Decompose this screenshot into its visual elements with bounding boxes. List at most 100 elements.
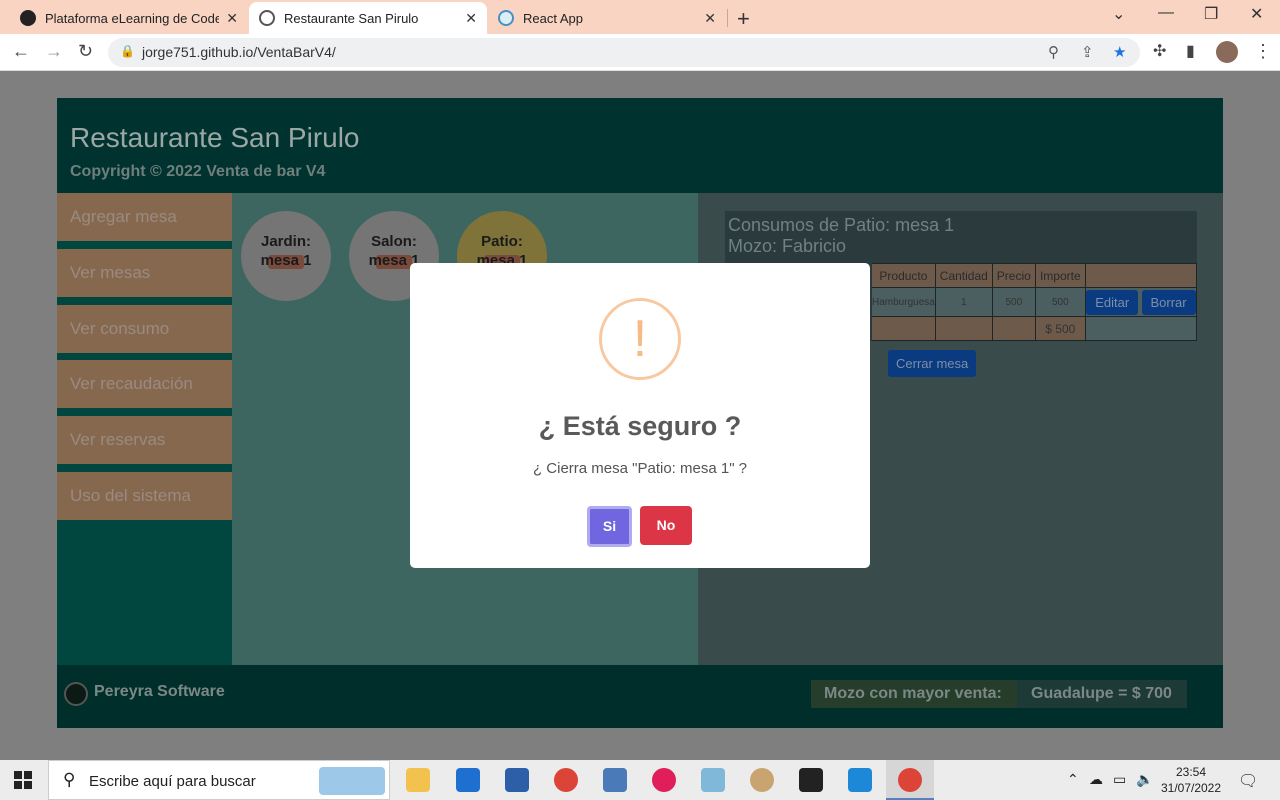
globe-icon <box>259 10 275 26</box>
confirm-button[interactable]: Si <box>587 506 632 547</box>
taskbar: ⚲ Escribe aquí para buscar ⌃ ☁ ▭ 🔈 23:54… <box>0 760 1280 800</box>
system-clock[interactable]: 23:54 31/07/2022 <box>1160 764 1222 796</box>
cell-importe: 500 <box>1034 287 1086 317</box>
cloud-icon[interactable]: ☁ <box>1089 771 1103 788</box>
sidebar: Agregar mesa Ver mesas Ver consumo Ver r… <box>57 193 232 665</box>
sidebar-item-uso-del-sistema[interactable]: Uso del sistema <box>57 472 232 520</box>
search-icon: ⚲ <box>63 770 76 789</box>
reload-icon[interactable]: ↻ <box>78 41 93 62</box>
col-producto: Producto <box>871 263 936 288</box>
zoom-icon[interactable]: ⚲ <box>1048 43 1059 61</box>
sidebar-item-agregar-mesa[interactable]: Agregar mesa <box>57 193 232 241</box>
clock-date: 31/07/2022 <box>1160 781 1222 795</box>
sidebar-item-ver-mesas[interactable]: Ver mesas <box>57 249 232 297</box>
top-mozo-box: Mozo con mayor venta: Guadalupe = $ 700 <box>811 680 1187 708</box>
warning-icon: ! <box>599 298 681 380</box>
tab-title: Restaurante San Pirulo <box>284 10 419 26</box>
page-viewport: Restaurante San Pirulo Copyright © 2022 … <box>0 71 1280 760</box>
mesa-label: Jardin: <box>260 233 311 250</box>
new-tab-icon[interactable]: + <box>737 6 750 32</box>
pear-logo-icon <box>64 682 88 706</box>
close-icon[interactable]: ✕ <box>704 10 716 27</box>
back-icon[interactable]: ← <box>12 41 30 62</box>
close-window-icon[interactable]: ✕ <box>1250 4 1263 24</box>
restore-icon[interactable]: ❐ <box>1204 4 1218 24</box>
volume-icon[interactable]: 🔈 <box>1136 771 1153 788</box>
col-actions <box>1084 263 1198 288</box>
remote-desktop-icon[interactable] <box>603 768 627 792</box>
consumo-mozo: Mozo: Fabricio <box>728 236 847 256</box>
url-text[interactable]: jorge751.github.io/VentaBarV4/ <box>142 44 336 60</box>
cell-producto: Hamburguesa <box>871 287 936 317</box>
paint-icon[interactable] <box>750 768 774 792</box>
search-highlight-image <box>319 767 385 795</box>
dialog-message: ¿ Cierra mesa "Patio: mesa 1" ? <box>532 460 748 477</box>
mesa-label: Patio: <box>481 233 523 250</box>
app-icon[interactable] <box>505 768 529 792</box>
mesa-label: Salon: <box>371 233 417 250</box>
mesa-jardin[interactable]: Jardin: mesa 1 <box>241 211 331 301</box>
total-cell <box>1084 316 1198 341</box>
total-cell <box>991 316 1036 341</box>
app-footer: Pereyra Software Mozo con mayor venta: G… <box>57 665 1223 728</box>
confirm-dialog: ! ¿ Está seguro ? ¿ Cierra mesa "Patio: … <box>410 263 870 568</box>
top-mozo-value-box: Guadalupe = $ 700 <box>1017 680 1187 708</box>
cerrar-mesa-button[interactable]: Cerrar mesa <box>888 350 977 377</box>
extensions-icon[interactable]: ✣ <box>1153 41 1166 61</box>
network-icon[interactable]: ▭ <box>1113 771 1126 788</box>
notifications-icon[interactable]: 🗨 <box>1238 771 1258 791</box>
close-icon[interactable]: ✕ <box>226 10 238 27</box>
file-explorer-icon[interactable] <box>406 768 430 792</box>
mail-icon[interactable] <box>456 768 480 792</box>
edit-button[interactable]: Editar <box>1086 289 1139 315</box>
chrome-profile-icon[interactable] <box>898 768 922 792</box>
total-cell <box>934 316 993 341</box>
chevron-up-icon[interactable]: ⌃ <box>1067 771 1079 788</box>
cancel-button[interactable]: No <box>640 506 692 545</box>
avatar[interactable] <box>1216 41 1238 63</box>
share-icon[interactable]: ⇪ <box>1081 43 1094 61</box>
delete-button[interactable]: Borrar <box>1141 289 1196 315</box>
cell-precio: 500 <box>991 287 1036 317</box>
col-cantidad: Cantidad <box>934 263 993 288</box>
page-title: Restaurante San Pirulo <box>70 122 360 153</box>
windows-start-icon[interactable] <box>14 771 32 789</box>
close-icon[interactable]: ✕ <box>465 10 477 27</box>
coderhouse-favicon-icon <box>20 10 36 26</box>
taskbar-search[interactable]: ⚲ Escribe aquí para buscar <box>48 760 390 800</box>
tab-coderhouse[interactable]: Plataforma eLearning de Coderhouse ✕ <box>10 2 248 34</box>
consumo-title: Consumos de Patio: mesa 1 <box>728 215 955 235</box>
active-app-indicator <box>886 760 934 800</box>
sidebar-item-ver-reservas[interactable]: Ver reservas <box>57 416 232 464</box>
clock-time: 23:54 <box>1175 765 1207 779</box>
warning-glyph: ! <box>632 310 648 368</box>
tab-search-icon[interactable]: ⌄ <box>1112 4 1125 24</box>
tab-restaurante[interactable]: Restaurante San Pirulo ✕ <box>249 2 487 34</box>
sidebar-item-ver-recaudacion[interactable]: Ver recaudación <box>57 360 232 408</box>
forward-icon[interactable]: → <box>45 41 63 62</box>
browser-tab-bar: Plataforma eLearning de Coderhouse ✕ Res… <box>0 0 1280 34</box>
search-placeholder[interactable]: Escribe aquí para buscar <box>89 773 256 790</box>
notes-icon[interactable] <box>701 768 725 792</box>
brand-name: Pereyra Software <box>94 683 225 700</box>
minimize-icon[interactable]: — <box>1158 4 1174 22</box>
vscode-icon[interactable] <box>848 768 872 792</box>
total-value: $ 500 <box>1034 316 1086 341</box>
terminal-icon[interactable] <box>799 768 823 792</box>
menu-dots-icon[interactable]: ⋮ <box>1254 41 1272 62</box>
bookmark-star-icon[interactable]: ★ <box>1113 43 1126 61</box>
col-precio: Precio <box>991 263 1036 288</box>
lock-icon[interactable]: 🔒 <box>120 44 135 58</box>
browser-toolbar: ← → ↻ 🔒 jorge751.github.io/VentaBarV4/ ⚲… <box>0 34 1280 71</box>
sidebar-item-ver-consumo[interactable]: Ver consumo <box>57 305 232 353</box>
chrome-icon[interactable] <box>554 768 578 792</box>
cell-cantidad: 1 <box>934 287 993 317</box>
slack-icon[interactable] <box>652 768 676 792</box>
address-bar[interactable]: 🔒 jorge751.github.io/VentaBarV4/ ⚲ ⇪ ★ <box>108 38 1140 67</box>
cell-actions: Editar Borrar <box>1084 287 1198 317</box>
side-panel-icon[interactable]: ▮ <box>1186 41 1195 61</box>
tab-title: Plataforma eLearning de Coderhouse <box>45 10 219 26</box>
top-mozo-value: Guadalupe = $ 700 <box>1031 685 1172 702</box>
react-icon <box>498 10 514 26</box>
tab-react-app[interactable]: React App ✕ <box>488 2 726 34</box>
